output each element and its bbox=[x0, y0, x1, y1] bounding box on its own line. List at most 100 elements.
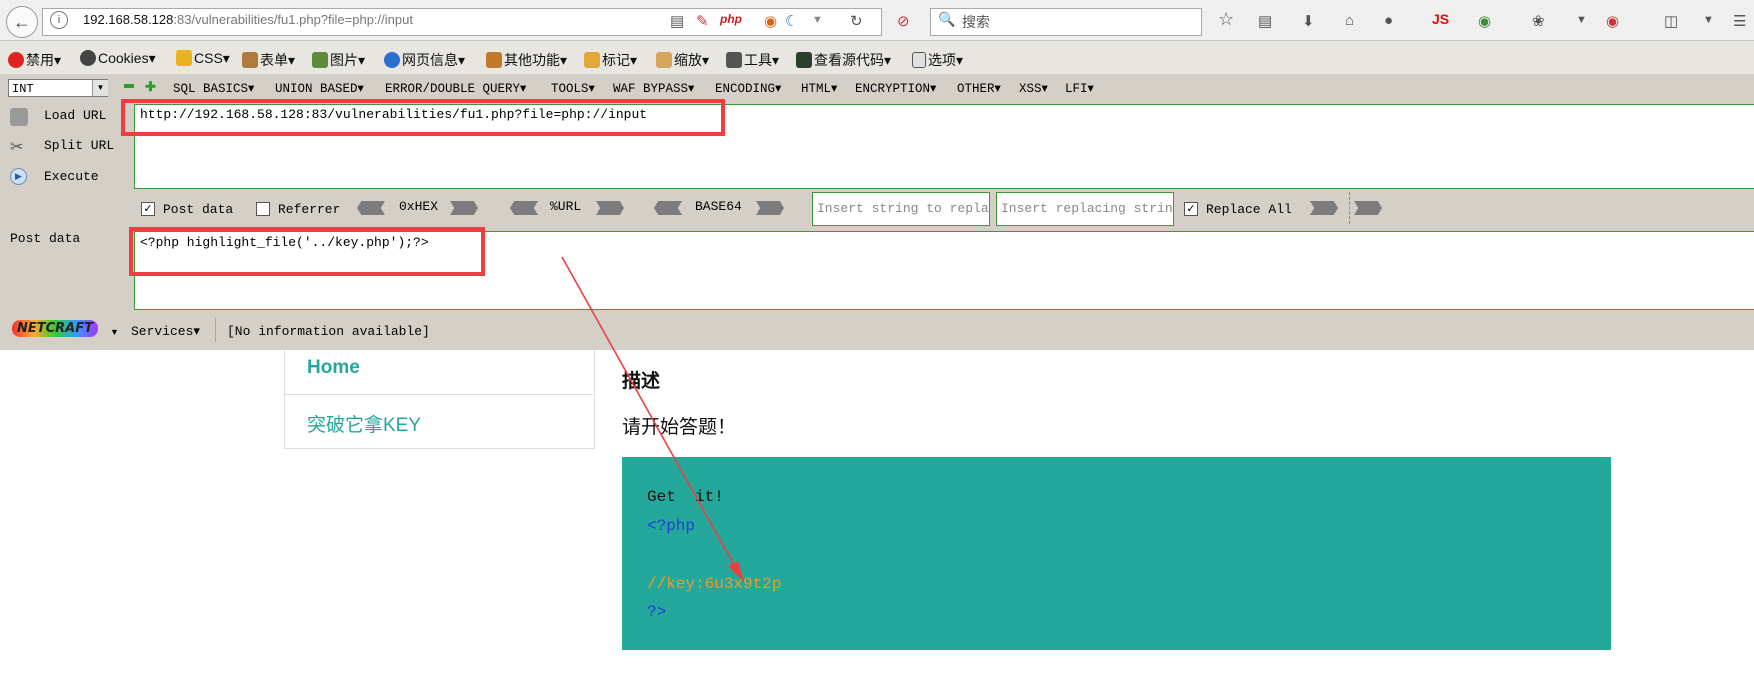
pencil-icon bbox=[176, 50, 192, 66]
source-icon bbox=[796, 52, 812, 68]
insert-string-input[interactable]: Insert string to replace bbox=[812, 192, 990, 226]
reader-icon[interactable]: ▤ bbox=[670, 12, 684, 30]
url-highlight-box bbox=[121, 99, 725, 136]
back-arrow-icon[interactable]: ← bbox=[6, 6, 38, 38]
home-icon[interactable]: ⌂ bbox=[1345, 12, 1354, 29]
pen-icon[interactable]: ✎ bbox=[696, 12, 709, 30]
base64-decode-button[interactable] bbox=[654, 201, 682, 215]
referrer-checkbox-label: Referrer bbox=[278, 202, 341, 217]
netcraft-services-menu[interactable]: Services▾ bbox=[131, 324, 200, 339]
hackbar-menu-other[interactable]: OTHER▾ bbox=[957, 80, 1001, 96]
dropdown-icon[interactable]: ▼ bbox=[1703, 14, 1714, 26]
menu-icon[interactable]: ☰ bbox=[1733, 12, 1746, 30]
info-icon bbox=[384, 52, 400, 68]
base64-encode-button[interactable] bbox=[756, 201, 784, 215]
form-icon bbox=[242, 52, 258, 68]
urlenc-label: %URL bbox=[550, 199, 582, 214]
hackbar-menu-encoding[interactable]: ENCODING▾ bbox=[715, 80, 781, 96]
url-encode-button[interactable] bbox=[596, 201, 624, 215]
hackbar-menu-tools[interactable]: TOOLS▾ bbox=[551, 80, 595, 96]
site-info-icon[interactable]: i bbox=[50, 11, 68, 29]
bookmarks-list-icon[interactable]: ▤ bbox=[1258, 12, 1272, 30]
nav-divider bbox=[284, 394, 593, 395]
ubuntu-icon[interactable]: ◉ bbox=[764, 12, 777, 30]
resize-icon bbox=[656, 52, 672, 68]
minus-icon[interactable] bbox=[124, 84, 134, 88]
url-decode-button[interactable] bbox=[510, 201, 538, 215]
addon-icon[interactable]: ◉ bbox=[1606, 12, 1619, 30]
menu-view-source[interactable]: 查看源代码▾ bbox=[796, 50, 891, 70]
sidebar-icon[interactable]: ◫ bbox=[1664, 12, 1678, 30]
description-title: 描述 bbox=[622, 371, 661, 392]
referrer-checkbox[interactable] bbox=[256, 202, 270, 216]
load-url-button[interactable]: Load URL bbox=[44, 108, 106, 123]
hackbar-menu-html[interactable]: HTML▾ bbox=[801, 80, 837, 96]
play-icon[interactable]: ▶ bbox=[10, 168, 27, 185]
hackbar-menu-encryption[interactable]: ENCRYPTION▾ bbox=[855, 80, 936, 96]
nav-key-link[interactable]: 突破它拿KEY bbox=[307, 410, 421, 437]
disable-icon bbox=[8, 52, 24, 68]
hex-decode-button[interactable] bbox=[357, 201, 385, 215]
hex-encode-button[interactable] bbox=[450, 201, 478, 215]
menu-options[interactable]: 选项▾ bbox=[912, 50, 963, 70]
chevron-down-icon[interactable]: ▼ bbox=[92, 80, 108, 96]
address-text[interactable]: 192.168.58.128:83/vulnerabilities/fu1.ph… bbox=[83, 12, 413, 27]
menu-forms[interactable]: 表单▾ bbox=[242, 50, 295, 70]
pen-icon bbox=[584, 52, 600, 68]
dropdown-icon[interactable]: ▼ bbox=[812, 14, 823, 26]
palette-icon[interactable]: ❀ bbox=[1532, 12, 1545, 30]
load-url-icon[interactable] bbox=[10, 108, 28, 126]
code-line-php-close: ?> bbox=[647, 603, 667, 621]
menu-css[interactable]: CSS▾ bbox=[176, 50, 230, 67]
menu-images[interactable]: 图片▾ bbox=[312, 50, 365, 70]
chevron-down-icon[interactable]: ▼ bbox=[110, 327, 119, 337]
reload-icon[interactable]: ↻ bbox=[850, 12, 863, 30]
split-url-button[interactable]: Split URL bbox=[44, 138, 114, 153]
chrome-icon[interactable]: ◉ bbox=[1478, 12, 1491, 30]
hex-label: 0xHEX bbox=[399, 199, 439, 214]
globe-icon[interactable]: ● bbox=[1384, 12, 1393, 29]
image-icon bbox=[312, 52, 328, 68]
description-text: 请开始答题！ bbox=[622, 417, 737, 438]
wrench-icon bbox=[726, 52, 742, 68]
netcraft-info: [No information available] bbox=[227, 324, 430, 339]
post-data-checkbox[interactable]: ✓ bbox=[141, 202, 155, 216]
execute-button[interactable]: Execute bbox=[44, 169, 99, 184]
url-host: 192.168.58.128 bbox=[83, 12, 174, 27]
url-path: :83/vulnerabilities/fu1.php?file=php://i… bbox=[173, 12, 413, 27]
menu-disable[interactable]: 禁用▾ bbox=[8, 50, 61, 70]
menu-resize[interactable]: 缩放▾ bbox=[656, 50, 709, 70]
code-output-box bbox=[622, 457, 1611, 650]
scissors-icon[interactable]: ✂ bbox=[10, 137, 28, 156]
code-line-key-comment: //key:6u3x9t2p bbox=[647, 575, 782, 593]
download-icon[interactable]: ⬇ bbox=[1302, 12, 1315, 30]
hackbar-menu-sql-basics[interactable]: SQL BASICS▾ bbox=[173, 80, 254, 96]
post-highlight-box bbox=[129, 227, 485, 276]
menu-page-info[interactable]: 网页信息▾ bbox=[384, 50, 465, 70]
replace-all-label: Replace All bbox=[1206, 202, 1292, 217]
base64-label: BASE64 bbox=[695, 199, 742, 214]
dropdown-icon[interactable]: ▼ bbox=[1576, 14, 1587, 26]
hackbar-menu-waf-bypass[interactable]: WAF BYPASS▾ bbox=[613, 80, 694, 96]
js-toggle-icon[interactable]: JS bbox=[1432, 11, 1449, 27]
menu-outline[interactable]: 标记▾ bbox=[584, 50, 637, 70]
options-icon bbox=[912, 52, 926, 68]
menu-misc[interactable]: 其他功能▾ bbox=[486, 50, 567, 70]
replace-all-checkbox[interactable]: ✓ bbox=[1184, 202, 1198, 216]
plus-icon[interactable]: ✚ bbox=[145, 79, 156, 95]
php-icon[interactable]: php bbox=[720, 12, 742, 26]
hackbar-menu-xss[interactable]: XSS▾ bbox=[1019, 80, 1048, 96]
moon-icon[interactable]: ☾ bbox=[785, 12, 798, 30]
menu-tools[interactable]: 工具▾ bbox=[726, 50, 779, 70]
search-placeholder: 搜索 bbox=[962, 14, 990, 30]
hackbar-menu-error-double-query[interactable]: ERROR/DOUBLE QUERY▾ bbox=[385, 80, 526, 96]
block-icon[interactable]: ⊘ bbox=[897, 12, 910, 30]
menu-cookies[interactable]: Cookies▾ bbox=[80, 50, 156, 67]
bookmark-star-icon[interactable]: ☆ bbox=[1218, 9, 1234, 30]
hackbar-menu-union-based[interactable]: UNION BASED▾ bbox=[275, 80, 364, 96]
netcraft-logo[interactable]: NETCRAFT bbox=[12, 320, 98, 337]
nav-home-link[interactable]: Home bbox=[307, 357, 360, 379]
post-data-label: Post data bbox=[10, 231, 81, 246]
hackbar-menu-lfi[interactable]: LFI▾ bbox=[1065, 80, 1094, 96]
insert-replacing-input[interactable]: Insert replacing string bbox=[996, 192, 1174, 226]
